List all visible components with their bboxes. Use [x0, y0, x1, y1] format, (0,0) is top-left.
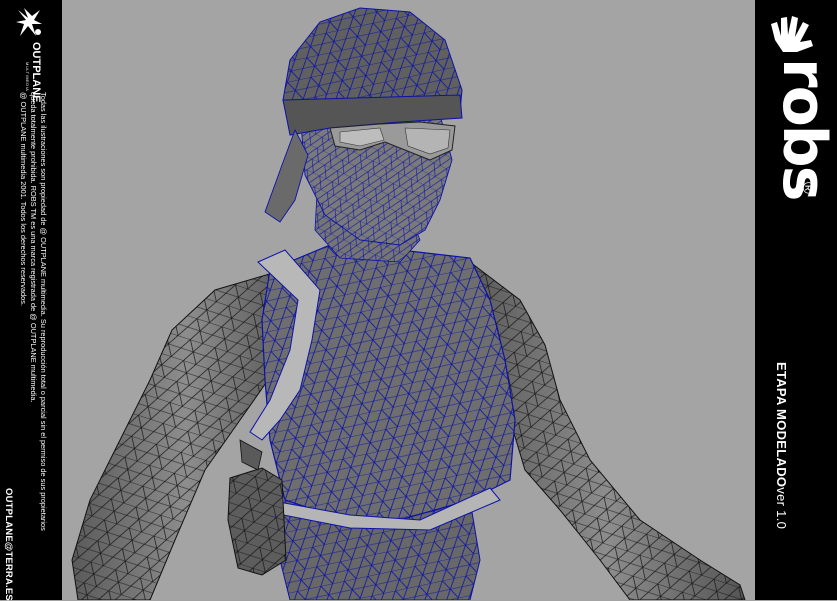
- registered-mark: ®: [799, 182, 816, 194]
- stage-name: ETAPA MODELADO: [774, 362, 789, 488]
- right-sidebar: robs ® ETAPA MODELADOver 1.0: [755, 0, 837, 600]
- legal-line-2: queda totalmente prohibida. ROBS TM es u…: [29, 92, 38, 403]
- outplane-logo-subtext: MULTIMEDIA: [25, 62, 30, 92]
- left-sidebar: OUTPLANE MULTIMEDIA Todas las ilustracio…: [0, 0, 62, 601]
- stage-version: ver 1.0: [774, 487, 789, 530]
- figure-logo-icon: [16, 8, 42, 36]
- robs-brand-text: robs: [769, 58, 837, 200]
- wireframe-model: [71, 7, 746, 600]
- outplane-logo: OUTPLANE MULTIMEDIA: [8, 6, 52, 103]
- legal-line-1: Todas las ilustraciones son propiedad de…: [39, 92, 48, 531]
- robs-logo: robs ®: [755, 0, 837, 210]
- legal-line-3: @ OUTPLANE multimedia 2001. Todos los de…: [19, 92, 28, 306]
- modeling-viewport: [62, 0, 755, 600]
- stage-title: ETAPA MODELADOver 1.0: [774, 362, 789, 529]
- contact-email: OUTPLANE@TERRA.ES: [3, 488, 14, 601]
